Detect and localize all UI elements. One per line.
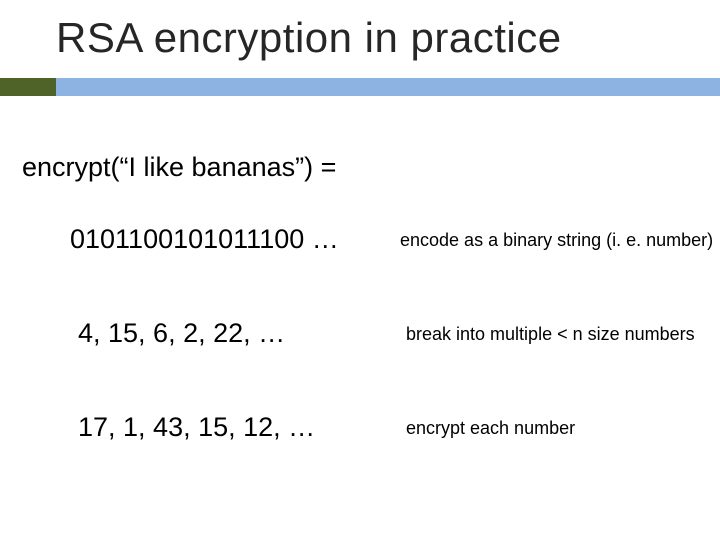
accent-bar — [0, 78, 720, 96]
step-2-value: 4, 15, 6, 2, 22, … — [78, 318, 398, 349]
accent-bar-short — [0, 78, 56, 96]
slide-title: RSA encryption in practice — [56, 14, 700, 62]
step-1-note: encode as a binary string (i. e. number) — [400, 230, 713, 251]
slide: RSA encryption in practice encrypt(“I li… — [0, 0, 720, 540]
step-2-note: break into multiple < n size numbers — [406, 324, 695, 345]
step-row-3: 17, 1, 43, 15, 12, … encrypt each number — [78, 412, 718, 443]
step-row-1: 0101100101011100 … encode as a binary st… — [70, 224, 710, 255]
encrypt-expression: encrypt(“I like bananas”) = — [22, 152, 336, 183]
step-3-note: encrypt each number — [406, 418, 575, 439]
step-3-value: 17, 1, 43, 15, 12, … — [78, 412, 398, 443]
step-row-2: 4, 15, 6, 2, 22, … break into multiple <… — [78, 318, 718, 349]
step-1-value: 0101100101011100 … — [70, 224, 390, 255]
accent-bar-long — [56, 78, 720, 96]
title-block: RSA encryption in practice — [56, 14, 700, 62]
